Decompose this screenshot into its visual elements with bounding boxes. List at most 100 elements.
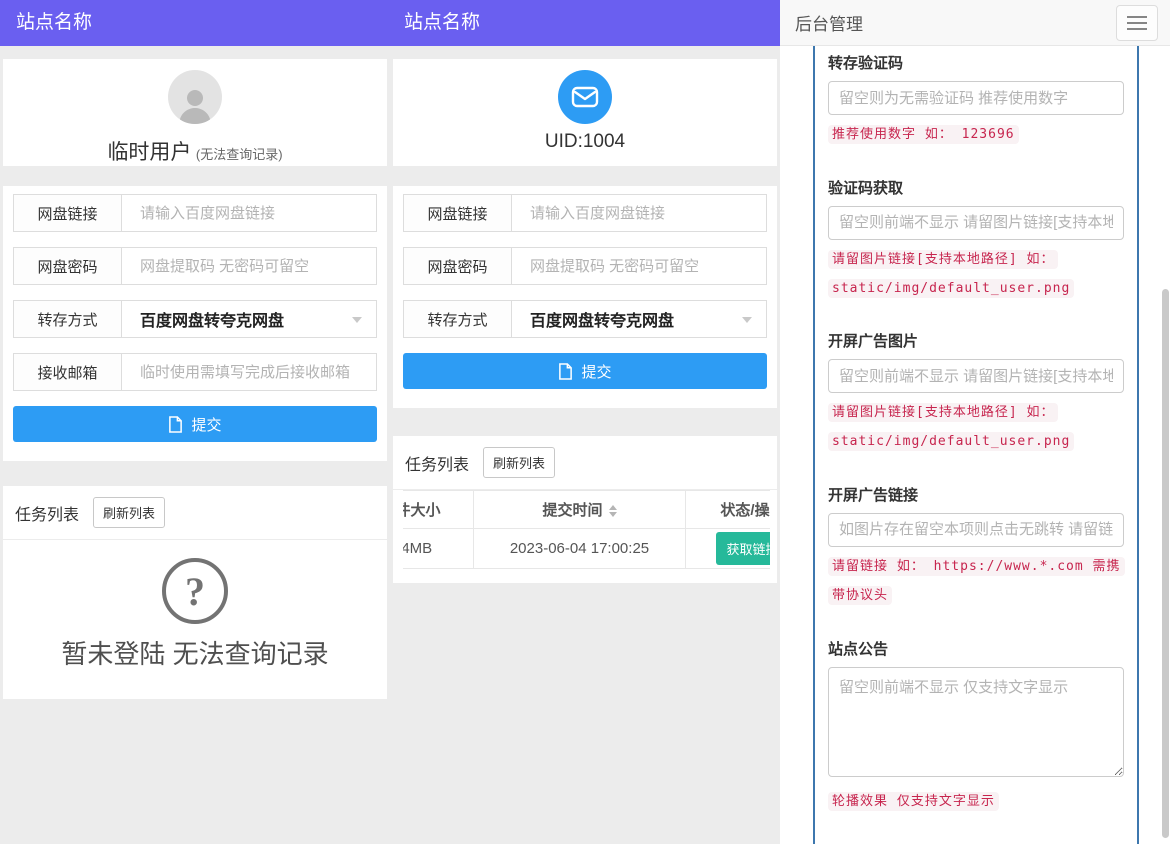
selected-option: 百度网盘转夸克网盘 [530,313,675,330]
submit-button-left[interactable]: 提交 [13,406,377,442]
setting-label: 站点公告 [828,640,889,658]
form-field-netdisk-password: 网盘密码 [403,247,767,285]
field-label: 转存方式 [404,301,512,337]
transfer-captcha-input[interactable] [828,81,1124,115]
col-file-size: 文件大小 [403,490,474,529]
netdisk-link-input[interactable] [122,195,376,231]
submit-label: 提交 [581,363,612,381]
cell-action: 获取链接 [685,528,770,569]
panel-left: 临时用户 (无法查询记录) 网盘链接 网盘密码 转存方式 百度网盘转夸克网盘 [0,46,390,844]
task-list-title: 任务列表 [405,456,470,474]
admin-header-bar: 后台管理 [780,0,1170,46]
uid-line: UID:1004 [393,131,777,153]
refresh-list-button-middle[interactable]: 刷新列表 [483,447,556,478]
user-card: 临时用户 (无法查询记录) [3,59,387,166]
admin-title: 后台管理 [795,15,863,34]
refresh-list-button-left[interactable]: 刷新列表 [93,497,166,528]
user-name: 临时用户 [107,141,192,164]
setting-transfer-captcha: 转存验证码 推荐使用数字 如： 123696 [828,52,1124,149]
field-control [512,195,766,231]
user-icon [179,90,211,124]
site-header-bar: 站点名称 站点名称 [0,0,780,46]
transfer-form-middle: 网盘链接 网盘密码 转存方式 百度网盘转夸克网盘 [393,186,777,408]
mail-icon [558,70,612,124]
document-icon [169,415,183,433]
receive-email-input[interactable] [122,354,376,390]
task-list-card-middle: 任务列表 刷新列表 文件大小 提交时间 状态/操作 [393,436,777,583]
site-announcement-textarea[interactable] [828,666,1124,777]
cell-submit-time: 2023-06-04 17:00:25 [473,528,686,569]
task-list-title: 任务列表 [15,506,80,524]
task-table: 文件大小 提交时间 状态/操作 2.4MB 2023-06-04 17:00:2… [403,490,770,569]
submit-button-middle[interactable]: 提交 [403,353,767,389]
submit-label: 提交 [191,416,222,434]
field-label: 转存方式 [14,301,122,337]
uid-text: UID:1004 [544,131,626,152]
question-mark-icon: ? [162,558,228,624]
setting-label: 验证码获取 [828,179,904,197]
setting-label: 开屏广告图片 [828,333,919,351]
uid-card: UID:1004 [393,59,777,166]
field-control [122,354,376,390]
sort-icon[interactable] [608,505,617,518]
setting-site-announcement: 站点公告 轮播效果 仅支持文字显示 [828,638,1124,816]
field-control [122,248,376,284]
table-row: 2.4MB 2023-06-04 17:00:25 获取链接 [403,528,770,569]
field-control [122,195,376,231]
site-title-middle: 站点名称 [404,12,481,33]
captcha-image-input[interactable] [828,205,1124,240]
user-name-line: 临时用户 (无法查询记录) [3,136,387,166]
avatar [168,70,222,124]
col-submit-time[interactable]: 提交时间 [473,490,686,529]
field-label: 网盘链接 [404,195,512,231]
document-icon [559,362,573,380]
chevron-down-icon [742,317,752,323]
setting-label: 转存验证码 [828,55,904,72]
scrollbar-thumb[interactable] [1162,289,1169,838]
page: 站点名称 站点名称 临时用户 (无法查询记录) 网盘链接 请输入百度网盘链接 网… [0,0,1170,844]
setting-hint: 请留图片链接[支持本地路径] 如： static/img/default_use… [828,398,1124,456]
setting-hint: 请留链接 如： https://www.*.com 需携带协议头 [828,552,1125,610]
setting-captcha-image: 验证码获取 请留图片链接[支持本地路径] 如： static/img/defau… [828,177,1124,303]
field-label: 网盘密码 [14,248,122,284]
selected-option: 百度网盘转夸克网盘 [140,313,285,330]
panel-middle: UID:1004 网盘链接 网盘密码 转存方式 百度网盘转夸克网盘 [390,46,780,844]
form-field-netdisk-password: 网盘密码 [13,247,377,285]
setting-hint: 请留图片链接[支持本地路径] 如： static/img/default_use… [828,245,1124,303]
empty-state-text: 暂未登陆 无法查询记录 [61,639,329,669]
form-field-netdisk-link: 网盘链接 [13,194,377,232]
menu-hamburger-button[interactable] [1116,4,1158,41]
field-label: 网盘链接 [14,195,122,231]
panel-admin: 后台管理 转存验证码 推荐使用数字 如： 123696 验证码获取 请留图片链接… [780,0,1170,844]
site-title-left: 站点名称 [16,12,93,33]
task-list-header: 任务列表 刷新列表 [3,486,387,540]
form-field-transfer-method: 转存方式 百度网盘转夸克网盘 [403,300,767,338]
transfer-form-left: 网盘链接 网盘密码 转存方式 百度网盘转夸克网盘 接收邮箱 [3,186,387,461]
chevron-down-icon [352,317,362,323]
task-list-card-left: 任务列表 刷新列表 ? 暂未登陆 无法查询记录 [3,486,387,699]
field-control [512,248,766,284]
user-note: (无法查询记录) [195,147,283,162]
setting-label: 开屏广告链接 [828,486,919,504]
splash-ad-link-input[interactable] [828,512,1124,547]
splash-ad-image-input[interactable] [828,359,1124,394]
netdisk-password-input[interactable] [122,248,376,284]
setting-hint: 推荐使用数字 如： 123696 [828,120,1124,149]
setting-hint: 轮播效果 仅支持文字显示 [828,787,1124,816]
col-status-action: 状态/操作 [685,490,770,529]
transfer-method-select[interactable]: 百度网盘转夸克网盘 [122,301,376,337]
cell-file-size: 2.4MB [403,528,474,569]
field-label: 网盘密码 [404,248,512,284]
empty-state: ? 暂未登陆 无法查询记录 [3,540,387,671]
transfer-method-select[interactable]: 百度网盘转夸克网盘 [512,301,766,337]
netdisk-link-input[interactable] [512,195,766,231]
task-table-wrap: 文件大小 提交时间 状态/操作 2.4MB 2023-06-04 17:00:2… [403,490,770,569]
netdisk-password-input[interactable] [512,248,766,284]
setting-splash-ad-link: 开屏广告链接 请留链接 如： https://www.*.com 需携带协议头 [828,484,1125,610]
get-link-button[interactable]: 获取链接 [716,532,770,565]
form-field-netdisk-link: 网盘链接 [403,194,767,232]
form-field-transfer-method: 转存方式 百度网盘转夸克网盘 [13,300,377,338]
table-header-row: 文件大小 提交时间 状态/操作 [403,490,770,529]
task-list-header: 任务列表 刷新列表 [393,436,777,490]
setting-splash-ad-image: 开屏广告图片 请留图片链接[支持本地路径] 如： static/img/defa… [828,330,1124,456]
